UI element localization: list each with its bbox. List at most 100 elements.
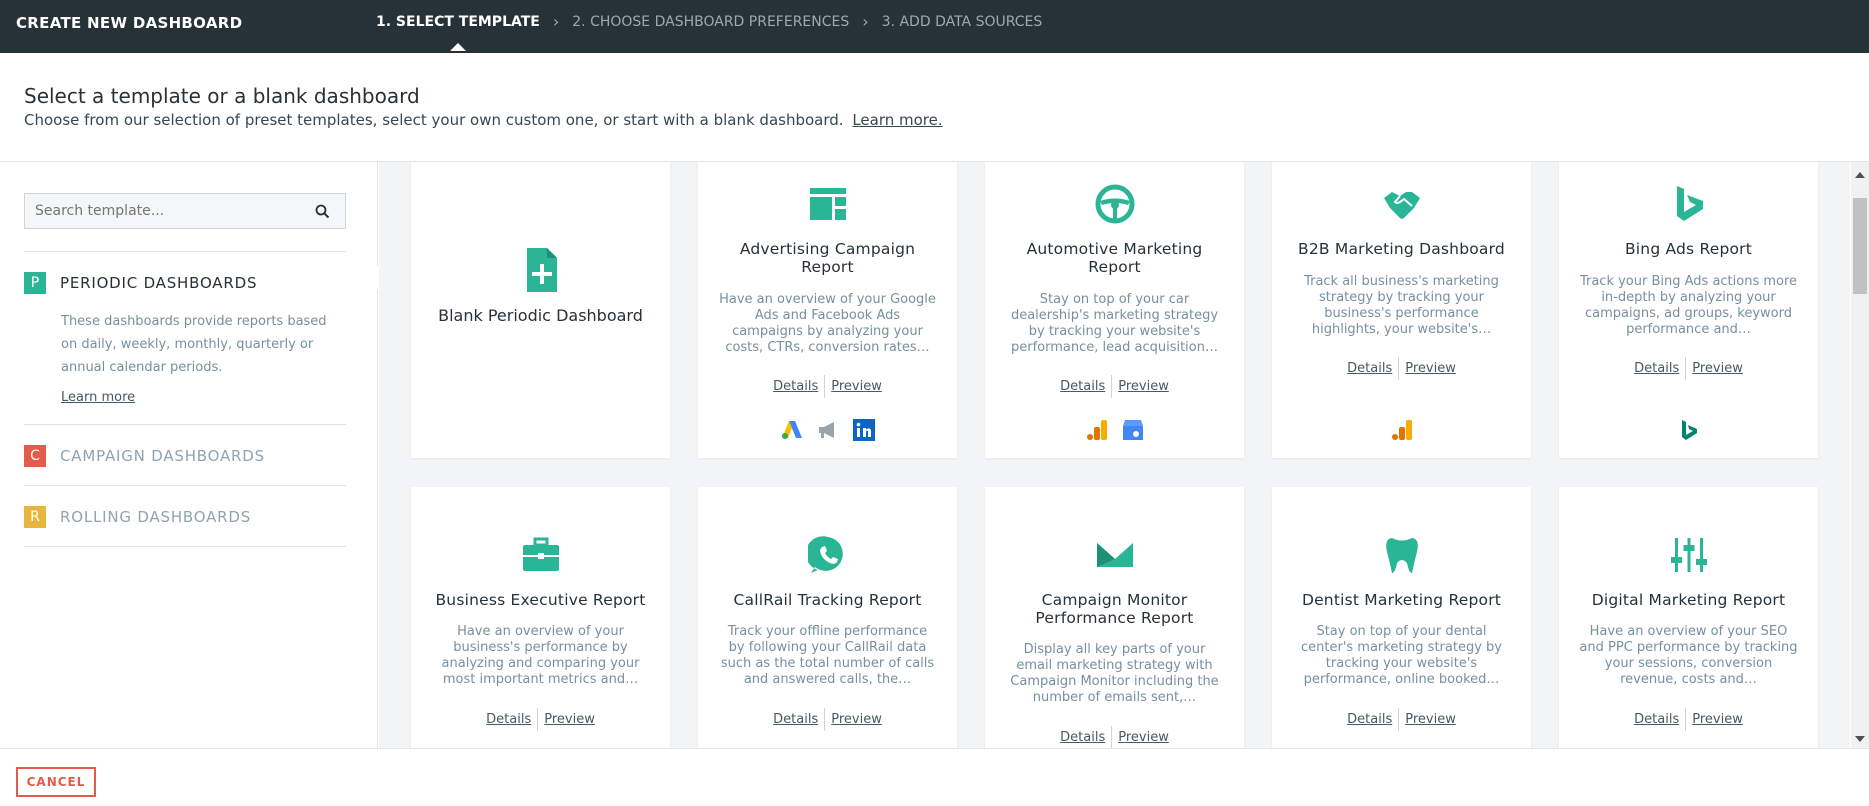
cancel-button[interactable]: CANCEL [16,767,96,797]
vertical-scrollbar[interactable] [1851,162,1869,748]
card-title: Business Executive Report [435,591,646,609]
details-link[interactable]: Details [1341,357,1398,380]
category-badge: P [24,272,46,294]
search-box [24,193,346,229]
details-link[interactable]: Details [1054,375,1111,398]
details-link[interactable]: Details [1628,357,1685,380]
template-card[interactable]: B2B Marketing Dashboard Track all busine… [1272,162,1531,458]
preview-link[interactable]: Preview [1112,375,1175,398]
card-description: Track your Bing Ads actions more in-dept… [1579,274,1798,337]
template-card[interactable]: Campaign Monitor Performance Report Disp… [985,487,1244,748]
template-card[interactable]: Business Executive Report Have an overvi… [411,487,670,748]
google-ads-icon [780,418,804,442]
details-link[interactable]: Details [767,708,824,731]
search-input[interactable] [25,194,305,228]
card-description: Have an overview of your Google Ads and … [719,292,936,355]
template-card[interactable]: Automotive Marketing Report Stay on top … [985,162,1244,458]
scroll-up-icon[interactable] [1855,172,1865,178]
divider [24,485,346,486]
scroll-down-icon[interactable] [1855,736,1865,742]
category-label: ROLLING DASHBOARDS [60,508,252,526]
divider [24,424,346,425]
category-periodic[interactable]: P PERIODIC DASHBOARDS [24,272,257,294]
briefcase-icon [521,535,561,575]
phone-pin-icon [805,535,848,575]
category-campaign[interactable]: C CAMPAIGN DASHBOARDS [24,445,265,467]
card-title: Bing Ads Report [1624,240,1753,258]
google-analytics-icon [1390,418,1414,442]
template-grid: Blank Periodic Dashboard Advertising Cam… [379,162,1850,748]
template-card-blank[interactable]: Blank Periodic Dashboard [411,162,670,458]
card-title: B2B Marketing Dashboard [1298,240,1505,258]
details-link[interactable]: Details [767,375,824,398]
preview-link[interactable]: Preview [1686,708,1749,731]
card-title: Dentist Marketing Report [1301,591,1502,609]
category-label: CAMPAIGN DASHBOARDS [60,447,265,465]
data-sources [985,418,1244,442]
details-link[interactable]: Details [1341,708,1398,731]
details-link[interactable]: Details [480,708,537,731]
preview-link[interactable]: Preview [1112,726,1175,748]
page-subtitle: Choose from our selection of preset temp… [24,111,943,129]
linkedin-icon [852,418,876,442]
category-description: These dashboards provide reports based o… [61,314,327,375]
category-badge: R [24,506,46,528]
card-description: Track all business's marketing strategy … [1304,274,1499,337]
bing-ads-icon [1677,418,1701,442]
sidebar: P PERIODIC DASHBOARDS These dashboards p… [0,162,378,748]
learn-more-link[interactable]: Learn more. [852,111,942,129]
page-header: Select a template or a blank dashboard C… [0,53,1869,162]
preview-link[interactable]: Preview [1399,357,1462,380]
step-add-data-sources[interactable]: 3. ADD DATA SOURCES [882,14,1043,30]
envelope-icon [1095,535,1135,575]
bing-icon [1669,184,1709,224]
card-description: Have an overview of your SEO and PPC per… [1579,624,1798,687]
top-bar: CREATE NEW DASHBOARD 1. SELECT TEMPLATE … [0,0,1869,53]
template-card[interactable]: Digital Marketing Report Have an overvie… [1559,487,1818,748]
tooth-icon [1382,535,1422,575]
handshake-icon [1382,184,1422,224]
card-title: Automotive Marketing Report [1026,240,1203,276]
category-label: PERIODIC DASHBOARDS [60,274,258,292]
preview-link[interactable]: Preview [538,708,601,731]
search-icon[interactable] [315,204,330,223]
preview-link[interactable]: Preview [825,375,888,398]
details-link[interactable]: Details [1628,708,1685,731]
add-document-icon [521,248,561,292]
template-card[interactable]: Advertising Campaign Report Have an over… [698,162,957,458]
template-card[interactable]: Bing Ads Report Track your Bing Ads acti… [1559,162,1818,458]
card-title: CallRail Tracking Report [733,591,922,609]
template-card[interactable]: CallRail Tracking Report Track your offl… [698,487,957,748]
card-title: Blank Periodic Dashboard [438,306,643,325]
card-description: Stay on top of your car dealership's mar… [1010,292,1219,355]
details-link[interactable]: Details [1054,726,1111,748]
card-links: Details Preview [698,708,957,731]
data-sources [1559,418,1818,442]
card-links: Details Preview [1272,357,1531,380]
divider [24,546,346,547]
sliders-icon [1669,535,1709,575]
preview-link[interactable]: Preview [1399,708,1462,731]
layout-icon [808,184,848,224]
card-title: Digital Marketing Report [1591,591,1786,609]
footer: CANCEL [0,748,1869,806]
google-my-business-icon [1121,418,1145,442]
preview-link[interactable]: Preview [825,708,888,731]
category-badge: C [24,445,46,467]
card-links: Details Preview [1559,708,1818,731]
category-rolling[interactable]: R ROLLING DASHBOARDS [24,506,251,528]
category-learn-more-link[interactable]: Learn more [61,390,135,405]
step-select-template[interactable]: 1. SELECT TEMPLATE [376,14,540,51]
page-title: Select a template or a blank dashboard [24,84,420,108]
card-description: Display all key parts of your email mark… [1010,642,1219,705]
template-card[interactable]: Dentist Marketing Report Stay on top of … [1272,487,1531,748]
scrollbar-thumb[interactable] [1853,198,1867,294]
wizard-steps: 1. SELECT TEMPLATE › 2. CHOOSE DASHBOARD… [376,12,1043,51]
card-links: Details Preview [1272,708,1531,731]
preview-link[interactable]: Preview [1686,357,1749,380]
card-links: Details Preview [411,708,670,731]
steering-wheel-icon [1095,184,1135,224]
card-links: Details Preview [1559,357,1818,380]
step-choose-preferences[interactable]: 2. CHOOSE DASHBOARD PREFERENCES [572,14,849,30]
card-description: Have an overview of your business's perf… [441,624,640,687]
